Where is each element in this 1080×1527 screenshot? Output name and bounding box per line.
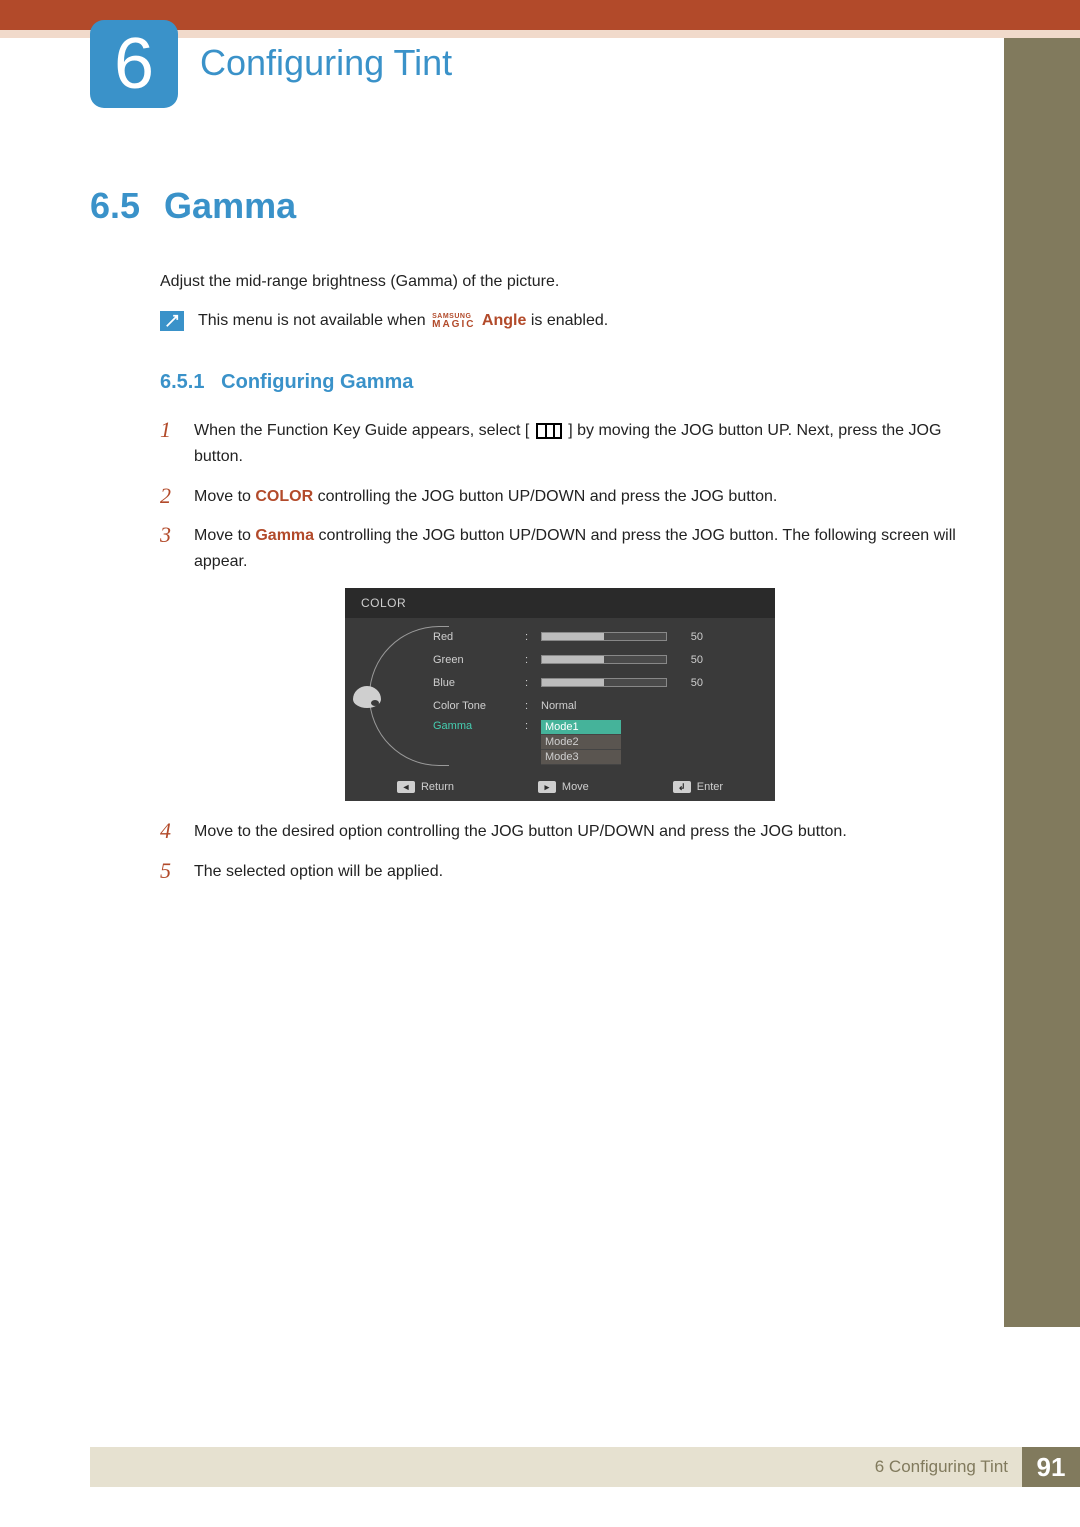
step-number: 1 <box>160 418 176 469</box>
step-text-a: When the Function Key Guide appears, sel… <box>194 422 529 439</box>
osd-colon: : <box>525 654 531 666</box>
note-row: This menu is not available when SAMSUNG … <box>160 311 960 331</box>
osd-arc-column <box>359 628 393 765</box>
footer-page-number: 91 <box>1022 1447 1080 1487</box>
footer-text: 6 Configuring Tint <box>875 1457 1022 1477</box>
step-5: 5 The selected option will be applied. <box>160 859 960 885</box>
osd-text-value: Normal <box>541 700 576 712</box>
osd-rows: Red : 50 Green : 50 Blue : <box>407 628 761 765</box>
palette-icon <box>353 686 381 708</box>
section-heading: 6.5 Gamma <box>90 185 960 227</box>
magic-big: MAGIC <box>432 320 475 329</box>
osd-colon: : <box>525 720 531 732</box>
intro-paragraph: Adjust the mid-range brightness (Gamma) … <box>160 271 960 293</box>
note-prefix: This menu is not available when <box>198 312 430 329</box>
osd-footer-return-label: Return <box>421 781 454 793</box>
osd-value: 50 <box>677 631 703 643</box>
right-gutter <box>1004 38 1080 1327</box>
osd-mode-1: Mode1 <box>541 720 621 735</box>
step-body: Move to the desired option controlling t… <box>194 819 960 845</box>
enter-key-icon: ↲ <box>673 781 691 793</box>
osd-footer-enter-label: Enter <box>697 781 723 793</box>
step-number: 4 <box>160 819 176 845</box>
step-4: 4 Move to the desired option controlling… <box>160 819 960 845</box>
osd-colon: : <box>525 700 531 712</box>
keyword-gamma: Gamma <box>255 527 314 544</box>
chapter-badge: 6 <box>90 20 178 108</box>
note-suffix: is enabled. <box>531 312 608 329</box>
osd-value: 50 <box>677 677 703 689</box>
section-title: Gamma <box>164 185 296 227</box>
osd-row-color-tone: Color Tone : Normal <box>433 697 761 714</box>
steps-list: 1 When the Function Key Guide appears, s… <box>160 418 960 884</box>
step-3: 3 Move to Gamma controlling the JOG butt… <box>160 523 960 574</box>
step-1: 1 When the Function Key Guide appears, s… <box>160 418 960 469</box>
osd-label: Green <box>433 654 515 666</box>
return-key-icon: ◄ <box>397 781 415 793</box>
subsection-heading: 6.5.1 Configuring Gamma <box>160 371 960 394</box>
osd-gamma-modes: Mode1 Mode2 Mode3 <box>541 720 621 765</box>
osd-label: Red <box>433 631 515 643</box>
osd-footer-return: ◄ Return <box>397 781 454 793</box>
osd-label: Blue <box>433 677 515 689</box>
osd-slider <box>541 632 667 641</box>
osd-row-blue: Blue : 50 <box>433 674 761 691</box>
osd-row-green: Green : 50 <box>433 651 761 668</box>
step-body: When the Function Key Guide appears, sel… <box>194 418 960 469</box>
keyword-color: COLOR <box>255 488 313 505</box>
osd-footer-move-label: Move <box>562 781 589 793</box>
osd-mode-3: Mode3 <box>541 750 621 765</box>
osd-row-red: Red : 50 <box>433 628 761 645</box>
step-body: Move to Gamma controlling the JOG button… <box>194 523 960 574</box>
step-body: Move to COLOR controlling the JOG button… <box>194 484 960 510</box>
osd-body: Red : 50 Green : 50 Blue : <box>345 618 775 773</box>
osd-colon: : <box>525 677 531 689</box>
move-key-icon: ▸ <box>538 781 556 793</box>
chapter-number: 6 <box>114 23 154 105</box>
osd-label-selected: Gamma <box>433 720 515 732</box>
subsection-number: 6.5.1 <box>160 371 204 393</box>
footer-band: 6 Configuring Tint 91 <box>90 1447 1080 1487</box>
note-text: This menu is not available when SAMSUNG … <box>198 312 608 330</box>
osd-title: COLOR <box>345 588 775 618</box>
step-number: 3 <box>160 523 176 574</box>
osd-slider <box>541 678 667 687</box>
osd-label: Color Tone <box>433 700 515 712</box>
osd-screenshot: COLOR Red : 50 Green : <box>345 588 775 801</box>
subsection-title: Configuring Gamma <box>221 371 413 393</box>
menu-icon <box>536 423 562 439</box>
samsung-magic-logo: SAMSUNG MAGIC <box>432 314 475 329</box>
step-text-b: controlling the JOG button UP/DOWN and p… <box>313 488 777 505</box>
osd-value: 50 <box>677 654 703 666</box>
step-body: The selected option will be applied. <box>194 859 960 885</box>
section-number: 6.5 <box>90 185 140 227</box>
note-icon <box>160 311 184 331</box>
osd-slider <box>541 655 667 664</box>
osd-row-gamma: Gamma : Mode1 Mode2 Mode3 <box>433 720 761 765</box>
osd-mode-2: Mode2 <box>541 735 621 750</box>
step-2: 2 Move to COLOR controlling the JOG butt… <box>160 484 960 510</box>
osd-footer-enter: ↲ Enter <box>673 781 723 793</box>
step-text-a: Move to <box>194 527 255 544</box>
step-number: 5 <box>160 859 176 885</box>
step-number: 2 <box>160 484 176 510</box>
osd-colon: : <box>525 631 531 643</box>
note-angle: Angle <box>482 312 526 329</box>
content: 6.5 Gamma Adjust the mid-range brightnes… <box>90 185 960 899</box>
osd-footer-move: ▸ Move <box>538 781 589 793</box>
chapter-title: Configuring Tint <box>200 42 452 84</box>
step-text-a: Move to <box>194 488 255 505</box>
osd-footer: ◄ Return ▸ Move ↲ Enter <box>345 773 775 801</box>
